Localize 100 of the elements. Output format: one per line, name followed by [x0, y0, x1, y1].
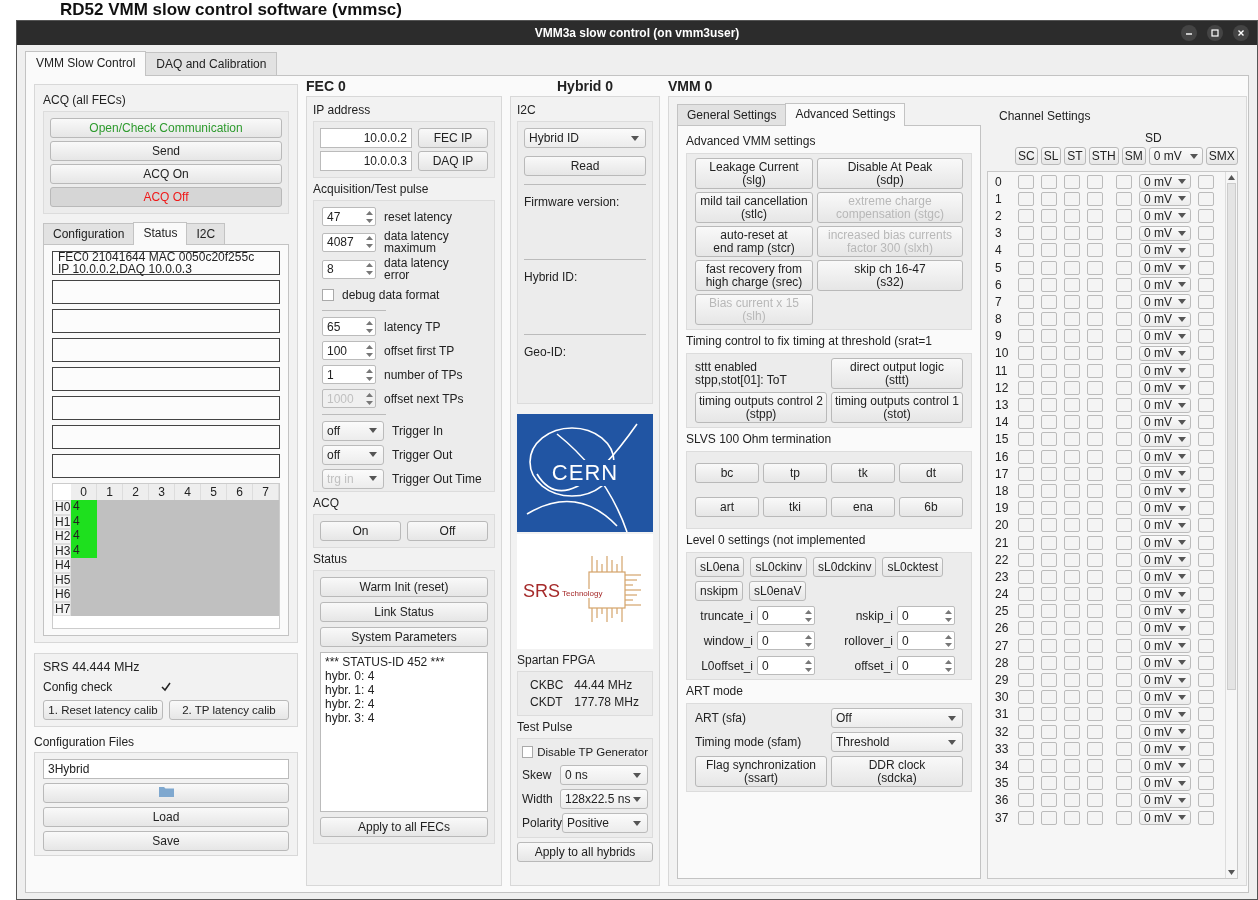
fec-slot[interactable] — [52, 367, 280, 391]
channel-checkbox[interactable] — [1041, 673, 1057, 688]
channel-checkbox[interactable] — [1198, 294, 1214, 309]
setting-button[interactable]: auto-reset at end ramp (stcr) — [695, 226, 813, 257]
channel-checkbox[interactable] — [1198, 483, 1214, 498]
channel-checkbox[interactable] — [1064, 226, 1080, 241]
calib-button[interactable]: 1. Reset latency calib — [43, 700, 163, 720]
channel-checkbox[interactable] — [1018, 483, 1034, 498]
channel-checkbox[interactable] — [1064, 380, 1080, 395]
config-check-checkbox[interactable] — [160, 681, 173, 693]
channel-checkbox[interactable] — [1087, 243, 1103, 258]
status-button[interactable]: System Parameters — [320, 627, 488, 647]
fec-tab[interactable]: Configuration — [43, 223, 135, 244]
fec-slot[interactable] — [52, 309, 280, 333]
channel-checkbox[interactable] — [1198, 638, 1214, 653]
number-field[interactable]: 0 — [897, 656, 955, 675]
channel-checkbox[interactable] — [1087, 724, 1103, 739]
channel-checkbox[interactable] — [1041, 518, 1057, 533]
channel-checkbox[interactable] — [1198, 655, 1214, 670]
channel-checkbox[interactable] — [1041, 552, 1057, 567]
channel-checkbox[interactable] — [1064, 329, 1080, 344]
vmm-tab[interactable]: Advanced Settings — [785, 103, 906, 126]
channel-checkbox[interactable] — [1198, 673, 1214, 688]
channel-checkbox[interactable] — [1018, 758, 1034, 773]
sd-dropdown[interactable]: 0 mV — [1148, 147, 1203, 165]
channel-checkbox[interactable] — [1018, 638, 1034, 653]
channel-checkbox[interactable] — [1064, 174, 1080, 189]
channel-checkbox[interactable] — [1087, 329, 1103, 344]
channel-checkbox[interactable] — [1064, 398, 1080, 413]
channel-checkbox[interactable] — [1087, 690, 1103, 705]
channel-checkbox[interactable] — [1087, 363, 1103, 378]
channel-checkbox[interactable] — [1018, 277, 1034, 292]
channel-checkbox[interactable] — [1087, 191, 1103, 206]
termination-button[interactable]: bc — [695, 463, 759, 483]
channel-checkbox[interactable] — [1198, 466, 1214, 481]
channel-checkbox[interactable] — [1041, 260, 1057, 275]
channel-checkbox[interactable] — [1064, 466, 1080, 481]
ip-button[interactable]: FEC IP — [418, 128, 488, 148]
channel-checkbox[interactable] — [1064, 449, 1080, 464]
dropdown[interactable]: off — [322, 420, 384, 441]
channel-checkbox[interactable] — [1116, 312, 1132, 327]
channel-checkbox[interactable] — [1198, 604, 1214, 619]
channel-checkbox[interactable] — [1087, 501, 1103, 516]
channel-checkbox[interactable] — [1087, 277, 1103, 292]
channel-checkbox[interactable] — [1198, 810, 1214, 825]
fec-slot[interactable] — [52, 338, 280, 362]
sd-dropdown[interactable]: 0 mV — [1139, 689, 1191, 705]
ip-field[interactable]: 10.0.0.3 — [320, 151, 412, 171]
acq-button[interactable]: Off — [407, 521, 488, 541]
channel-checkbox[interactable] — [1041, 329, 1057, 344]
channel-checkbox[interactable] — [1198, 793, 1214, 808]
channel-checkbox[interactable] — [1041, 277, 1057, 292]
channel-checkbox[interactable] — [1018, 690, 1034, 705]
channel-checkbox[interactable] — [1087, 518, 1103, 533]
channel-checkbox[interactable] — [1198, 518, 1214, 533]
sd-dropdown[interactable]: 0 mV — [1139, 810, 1191, 826]
channel-checkbox[interactable] — [1198, 432, 1214, 447]
sd-dropdown[interactable]: 0 mV — [1139, 500, 1191, 516]
channel-checkbox[interactable] — [1198, 415, 1214, 430]
setting-button[interactable]: Disable At Peak (sdp) — [817, 158, 963, 189]
channel-checkbox[interactable] — [1198, 690, 1214, 705]
sd-dropdown[interactable]: 0 mV — [1139, 242, 1191, 258]
channel-checkbox[interactable] — [1116, 346, 1132, 361]
channel-checkbox[interactable] — [1064, 655, 1080, 670]
fec-slot[interactable] — [52, 280, 280, 304]
setting-button[interactable]: mild tail cancellation (stlc) — [695, 192, 813, 223]
channel-checkbox[interactable] — [1018, 655, 1034, 670]
debug-checkbox[interactable] — [322, 288, 334, 301]
channel-checkbox[interactable] — [1064, 810, 1080, 825]
channel-checkbox[interactable] — [1087, 346, 1103, 361]
termination-button[interactable]: 6b — [899, 497, 963, 517]
sd-dropdown[interactable]: 0 mV — [1139, 517, 1191, 533]
channel-checkbox[interactable] — [1116, 277, 1132, 292]
sd-dropdown[interactable]: 0 mV — [1139, 775, 1191, 791]
channel-checkbox[interactable] — [1064, 673, 1080, 688]
sd-dropdown[interactable]: 0 mV — [1139, 466, 1191, 482]
sd-dropdown[interactable]: 0 mV — [1139, 431, 1191, 447]
scroll-down-icon[interactable] — [1227, 870, 1235, 875]
channel-checkbox[interactable] — [1087, 621, 1103, 636]
channel-checkbox[interactable] — [1198, 621, 1214, 636]
channel-checkbox[interactable] — [1087, 398, 1103, 413]
channel-checkbox[interactable] — [1116, 690, 1132, 705]
channel-checkbox[interactable] — [1064, 415, 1080, 430]
channel-checkbox[interactable] — [1198, 776, 1214, 791]
channel-checkbox[interactable] — [1041, 243, 1057, 258]
channel-checkbox[interactable] — [1116, 226, 1132, 241]
channel-checkbox[interactable] — [1064, 604, 1080, 619]
channel-checkbox[interactable] — [1064, 638, 1080, 653]
channel-checkbox[interactable] — [1041, 174, 1057, 189]
column-toggle[interactable]: SL — [1040, 147, 1062, 165]
channel-checkbox[interactable] — [1087, 483, 1103, 498]
channel-checkbox[interactable] — [1041, 638, 1057, 653]
channel-checkbox[interactable] — [1041, 776, 1057, 791]
dropdown[interactable]: Positive — [562, 813, 648, 833]
channel-checkbox[interactable] — [1064, 191, 1080, 206]
setting-button[interactable]: Leakage Current (slg) — [695, 158, 813, 189]
channel-checkbox[interactable] — [1018, 552, 1034, 567]
channel-checkbox[interactable] — [1198, 741, 1214, 756]
channel-checkbox[interactable] — [1041, 810, 1057, 825]
folder-button[interactable] — [43, 783, 289, 803]
